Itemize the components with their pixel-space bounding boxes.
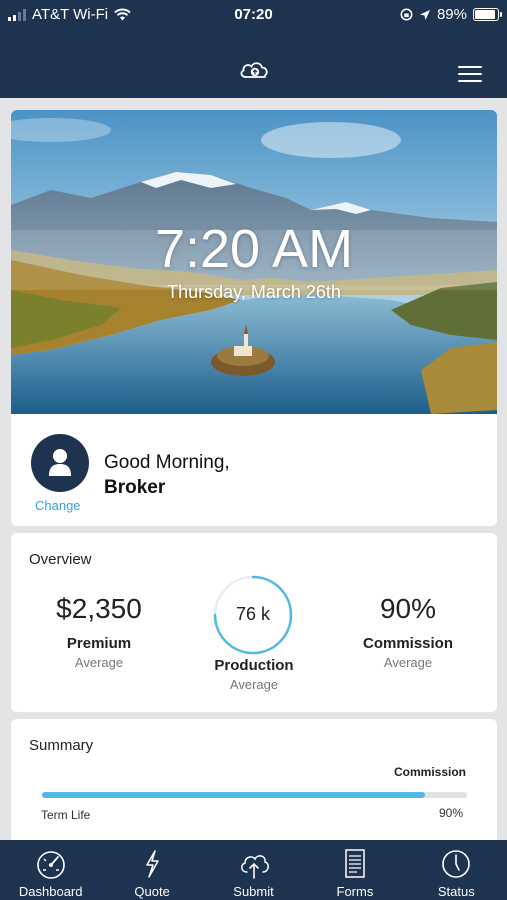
cloud-upload-icon xyxy=(240,855,269,879)
premium-sub: Average xyxy=(74,655,124,670)
hamburger-menu-icon[interactable] xyxy=(458,66,482,82)
hero-time: 7:20 AM xyxy=(154,219,354,279)
summary-row-value: 90% xyxy=(438,806,463,820)
overview-title: Overview xyxy=(29,551,92,568)
summary-title: Summary xyxy=(29,737,94,754)
hero-banner: 7:20 AM Thursday, March 26th xyxy=(11,110,497,414)
premium-label: Premium xyxy=(66,635,132,652)
commission-value: 90% xyxy=(379,593,437,624)
user-avatar-icon[interactable] xyxy=(31,434,89,492)
speedometer-icon xyxy=(36,851,65,879)
premium-value: $2,350 xyxy=(56,593,142,624)
tab-label: Status xyxy=(437,884,475,899)
tab-quote[interactable]: Quote xyxy=(101,840,202,900)
rotation-lock-icon xyxy=(400,8,413,21)
change-avatar-link[interactable]: Change xyxy=(35,498,81,513)
tab-forms[interactable]: Forms xyxy=(304,840,405,900)
document-icon xyxy=(345,849,365,878)
welcome-card: 7:20 AM Thursday, March 26th Change Good… xyxy=(11,110,497,526)
summary-bar-track xyxy=(42,792,467,798)
tab-label: Dashboard xyxy=(18,884,83,899)
hero-date: Thursday, March 26th xyxy=(167,282,341,302)
status-right: 89% xyxy=(400,6,502,23)
production-ring: 76 k xyxy=(212,574,294,656)
cloud-logo-icon[interactable] xyxy=(238,58,270,80)
overview-card[interactable]: Overview $2,350 Premium Average 76 k Pro… xyxy=(11,533,497,712)
battery-icon xyxy=(473,8,502,21)
tab-label: Quote xyxy=(134,884,170,899)
bottom-tab-bar: Dashboard Quote Submit Forms Status xyxy=(0,840,507,900)
tab-label: Submit xyxy=(233,884,274,899)
tab-submit[interactable]: Submit xyxy=(203,840,304,900)
app-header xyxy=(0,30,507,98)
battery-fill xyxy=(475,10,495,19)
summary-bar-fill xyxy=(42,792,425,798)
battery-percent: 89% xyxy=(436,6,467,23)
location-arrow-icon xyxy=(419,9,430,20)
production-sub: Average xyxy=(229,677,279,692)
premium-stat: $2,350 Premium Average xyxy=(19,593,179,670)
production-label: Production xyxy=(214,657,294,674)
production-value: 76 k xyxy=(235,604,271,624)
greeting-salutation: Good Morning, xyxy=(104,452,230,473)
lightning-icon xyxy=(146,850,159,878)
summary-row-label: Term Life xyxy=(41,808,91,822)
summary-card[interactable]: Summary Commission Term Life 90% xyxy=(11,719,497,849)
status-bar: AT&T Wi-Fi 07:20 89% xyxy=(0,0,507,30)
production-stat: Production Average xyxy=(174,657,334,692)
commission-sub: Average xyxy=(383,655,433,670)
commission-stat: 90% Commission Average xyxy=(328,593,488,670)
user-name: Broker xyxy=(104,477,166,498)
tab-dashboard[interactable]: Dashboard xyxy=(0,840,101,900)
tab-status[interactable]: Status xyxy=(406,840,507,900)
clock-icon xyxy=(442,850,471,878)
tab-label: Forms xyxy=(336,884,374,899)
greeting-row: Change Good Morning, Broker xyxy=(11,414,497,526)
summary-column-header: Commission xyxy=(393,765,466,779)
commission-label: Commission xyxy=(362,635,453,652)
